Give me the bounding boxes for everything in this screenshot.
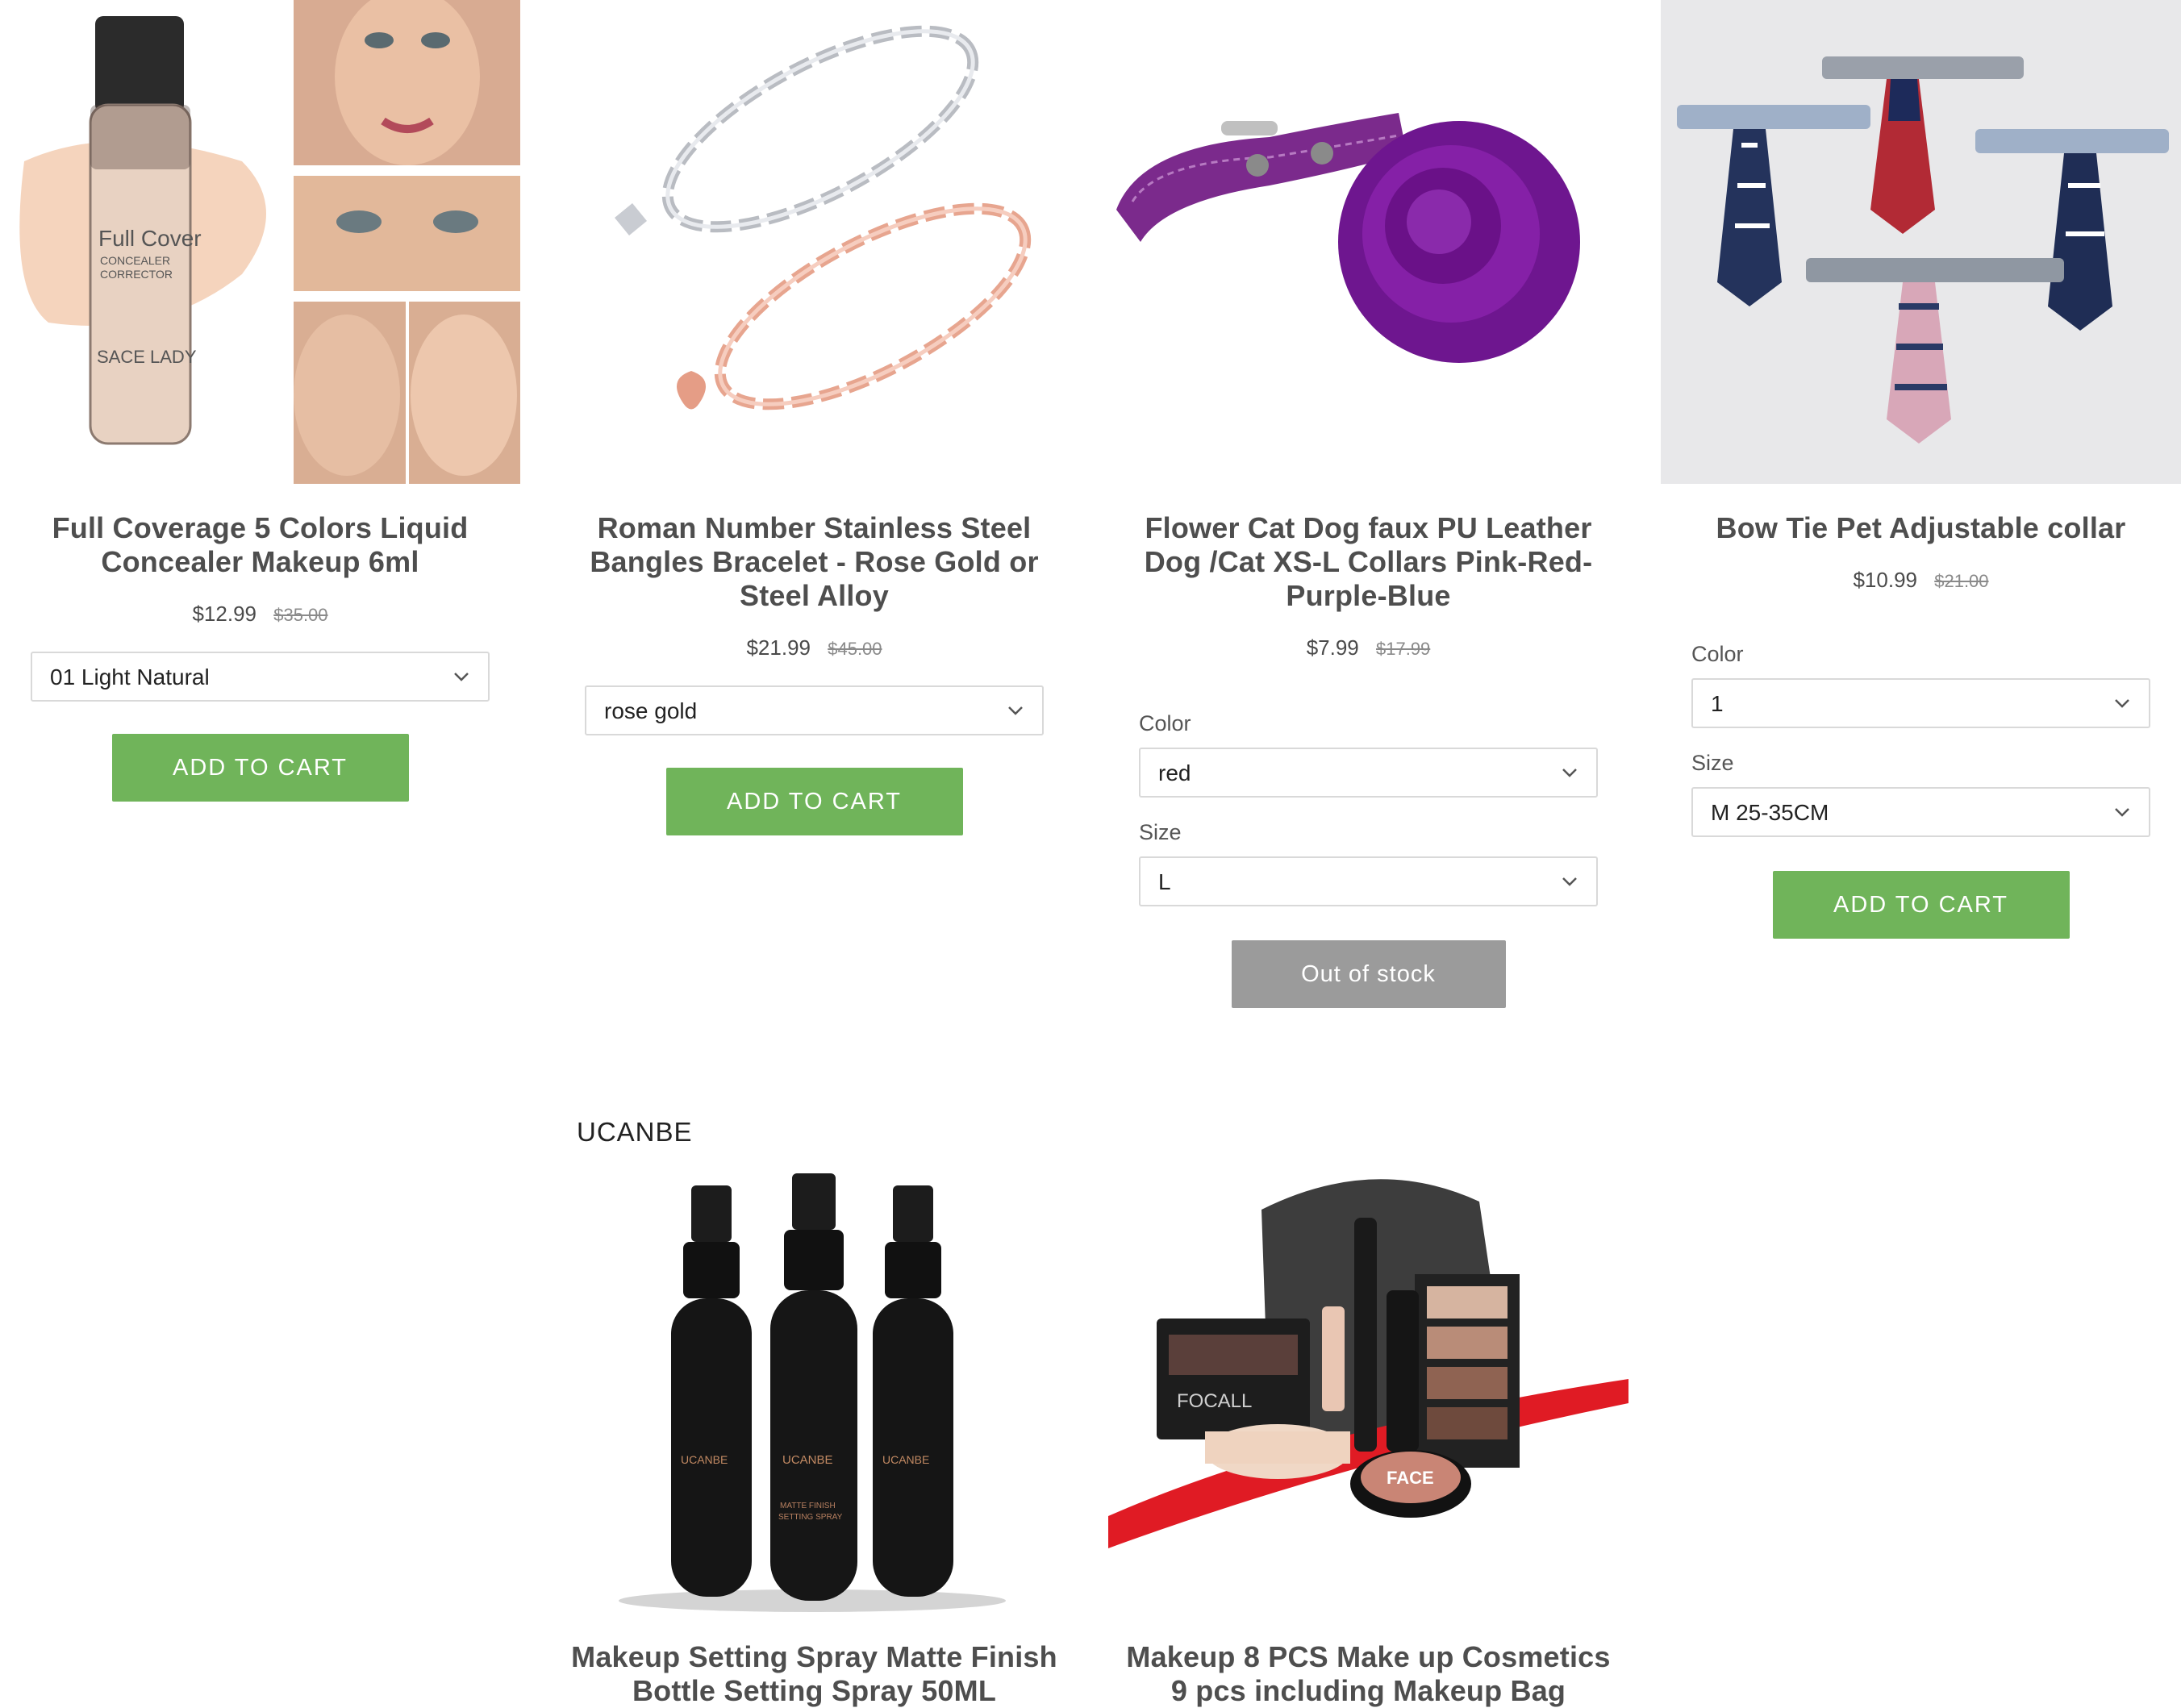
product-price: $7.99 <box>1306 635 1359 660</box>
variant-select[interactable]: rose gold <box>585 685 1044 735</box>
color-select[interactable]: red <box>1139 748 1598 798</box>
size-select-value: L <box>1158 869 1171 894</box>
price-row: $21.99 $45.00 <box>554 635 1074 661</box>
add-to-cart-button[interactable]: ADD TO CART <box>111 734 409 802</box>
product-card-setting-spray: UCANBE UCANBE MATTE FINISH SETTING SPRAY… <box>554 1153 1074 1708</box>
add-to-cart-button[interactable]: ADD TO CART <box>665 768 963 835</box>
brand-label: UCANBE <box>577 1117 693 1147</box>
chevron-down-icon <box>2115 699 2129 708</box>
product-image-makeup-kit[interactable]: FOCALL FACE <box>1108 1153 1628 1621</box>
concealer-sub-text: CONCEALER <box>100 254 170 267</box>
spray-label-sub: MATTE FINISH <box>780 1502 836 1510</box>
product-title[interactable]: Makeup Setting Spray Matte Finish Bottle… <box>562 1640 1066 1708</box>
compare-price: $17.99 <box>1376 639 1431 659</box>
color-option-label: Color <box>1139 711 1191 735</box>
product-card-makeup-kit: FOCALL FACE Makeup 8 PCS Make up Cosmeti… <box>1108 1153 1628 1708</box>
price-row: $10.99 $21.00 <box>1661 568 2181 594</box>
product-image-concealer[interactable]: Full Cover CONCEALER CORRECTOR SACE LADY <box>0 0 520 484</box>
size-select-value: M 25-35CM <box>1711 800 1829 825</box>
chevron-down-icon <box>454 673 469 681</box>
out-of-stock-button[interactable]: Out of stock <box>1231 940 1506 1008</box>
product-image-flower-collar[interactable] <box>1108 0 1628 484</box>
size-option-label: Size <box>1139 820 1182 844</box>
spray-label-text: UCANBE <box>882 1453 929 1466</box>
color-select[interactable]: 1 <box>1691 678 2150 728</box>
compare-price: $45.00 <box>828 639 882 659</box>
product-price: $10.99 <box>1853 568 1917 592</box>
size-select[interactable]: L <box>1139 856 1598 906</box>
product-card-concealer: Full Cover CONCEALER CORRECTOR SACE LADY… <box>0 0 520 802</box>
kit-face-text: FACE <box>1387 1468 1434 1488</box>
concealer-maker-text: SACE LADY <box>97 347 197 367</box>
concealer-brand-text: Full Cover <box>98 226 202 251</box>
variant-select[interactable]: 01 Light Natural <box>31 652 490 702</box>
price-row: $7.99 $17.99 <box>1108 635 1628 661</box>
product-card-flower-collar: Flower Cat Dog faux PU Leather Dog /Cat … <box>1108 0 1628 1008</box>
color-select-value: 1 <box>1711 691 1724 716</box>
product-title[interactable]: Roman Number Stainless Steel Bangles Bra… <box>562 511 1066 613</box>
variant-select-value: 01 Light Natural <box>50 664 210 689</box>
compare-price: $21.00 <box>1934 571 1989 591</box>
kit-brand-text: FOCALL <box>1177 1390 1252 1412</box>
chevron-down-icon <box>1562 877 1577 886</box>
product-price: $21.99 <box>746 635 811 660</box>
price-row: $12.99 $35.00 <box>0 602 520 627</box>
product-title[interactable]: Flower Cat Dog faux PU Leather Dog /Cat … <box>1116 511 1620 613</box>
spray-label-text: UCANBE <box>681 1453 728 1466</box>
concealer-sub-text-2: CORRECTOR <box>100 268 173 281</box>
color-option-label: Color <box>1691 642 1744 666</box>
add-to-cart-button[interactable]: ADD TO CART <box>1772 871 2070 939</box>
spray-label-sub-2: SETTING SPRAY <box>778 1513 843 1522</box>
product-title[interactable]: Makeup 8 PCS Make up Cosmetics 9 pcs inc… <box>1116 1640 1620 1708</box>
color-select-value: red <box>1158 760 1191 785</box>
size-option-label: Size <box>1691 751 1734 775</box>
product-price: $12.99 <box>192 602 256 626</box>
compare-price: $35.00 <box>273 605 328 625</box>
chevron-down-icon <box>1562 769 1577 777</box>
variant-select-value: rose gold <box>604 698 698 723</box>
product-title[interactable]: Bow Tie Pet Adjustable collar <box>1669 511 2173 545</box>
product-card-bow-tie-collar: Bow Tie Pet Adjustable collar $10.99 $21… <box>1661 0 2181 939</box>
size-select[interactable]: M 25-35CM <box>1691 787 2150 837</box>
product-image-bow-tie-collar[interactable] <box>1661 0 2181 484</box>
spray-label-text: UCANBE <box>782 1453 833 1467</box>
product-image-bracelet[interactable] <box>554 0 1074 484</box>
chevron-down-icon <box>2115 808 2129 817</box>
product-title[interactable]: Full Coverage 5 Colors Liquid Concealer … <box>8 511 512 579</box>
product-card-bracelet: Roman Number Stainless Steel Bangles Bra… <box>554 0 1074 835</box>
product-image-setting-spray[interactable]: UCANBE UCANBE MATTE FINISH SETTING SPRAY… <box>554 1153 1074 1621</box>
chevron-down-icon <box>1008 706 1023 715</box>
